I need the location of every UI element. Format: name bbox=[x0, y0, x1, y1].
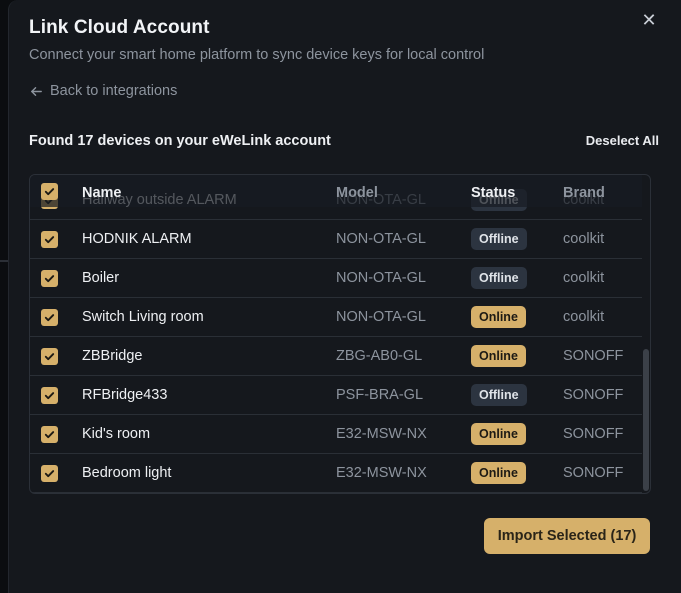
column-name-header[interactable]: Name bbox=[82, 175, 122, 207]
device-name: ZBBridge bbox=[82, 348, 143, 364]
device-brand: coolkit bbox=[563, 231, 605, 247]
row-checkbox[interactable] bbox=[41, 387, 58, 404]
status-badge: Online bbox=[471, 306, 526, 329]
scrollbar-thumb[interactable] bbox=[643, 349, 649, 491]
check-icon bbox=[44, 236, 55, 244]
row-checkbox[interactable] bbox=[41, 309, 58, 326]
device-name: HODNIK ALARM bbox=[82, 231, 192, 247]
column-model-header[interactable]: Model bbox=[336, 175, 378, 207]
row-checkbox[interactable] bbox=[41, 270, 58, 287]
status-badge: Offline bbox=[471, 267, 527, 290]
link-cloud-account-dialog: ✕ Link Cloud Account Connect your smart … bbox=[8, 0, 681, 593]
table-row[interactable]: RFBridge433 PSF-BRA-GL Offline SONOFF bbox=[30, 376, 642, 415]
backdrop bbox=[0, 260, 8, 262]
status-badge: Offline bbox=[471, 228, 527, 251]
arrow-left-icon bbox=[31, 86, 42, 96]
check-icon bbox=[44, 470, 55, 478]
check-icon bbox=[44, 188, 55, 196]
device-brand: SONOFF bbox=[563, 426, 624, 442]
close-icon[interactable]: ✕ bbox=[639, 10, 659, 30]
table-row[interactable]: Switch Living room NON-OTA-GL Online coolki… bbox=[30, 298, 642, 337]
device-name: Boiler bbox=[82, 270, 120, 286]
select-all-checkbox[interactable] bbox=[41, 183, 58, 200]
column-brand-header[interactable]: Brand bbox=[563, 175, 605, 207]
device-name: Switch Living room bbox=[82, 309, 204, 325]
status-badge: Online bbox=[471, 462, 526, 485]
check-icon bbox=[44, 353, 55, 361]
row-checkbox[interactable] bbox=[41, 426, 58, 443]
back-label: Back to integrations bbox=[50, 83, 178, 99]
column-status-header[interactable]: Status bbox=[471, 175, 515, 207]
devices-found-text: Found 17 devices on your eWeLink account bbox=[29, 133, 331, 149]
status-badge: Offline bbox=[471, 384, 527, 407]
check-icon bbox=[44, 392, 55, 400]
dialog-title: Link Cloud Account bbox=[29, 17, 210, 38]
device-brand: coolkit bbox=[563, 309, 605, 325]
device-name: Bedroom light bbox=[82, 465, 172, 481]
check-icon bbox=[44, 314, 55, 322]
device-name: Kid's room bbox=[82, 426, 151, 442]
table-row[interactable]: Boiler NON-OTA-GL Offline coolkit bbox=[30, 259, 642, 298]
status-badge: Online bbox=[471, 423, 526, 446]
table-row[interactable]: Kid's room E32-MSW-NX Online SONOFF bbox=[30, 415, 642, 454]
check-icon bbox=[44, 275, 55, 283]
device-brand: SONOFF bbox=[563, 465, 624, 481]
device-model: E32-MSW-NX bbox=[336, 465, 427, 481]
device-brand: coolkit bbox=[563, 270, 605, 286]
device-model: ZBG-AB0-GL bbox=[336, 348, 423, 364]
deselect-all-button[interactable]: Deselect All bbox=[586, 133, 659, 148]
table-row[interactable]: Bedroom light E32-MSW-NX Online SONOFF bbox=[30, 454, 642, 493]
status-badge: Online bbox=[471, 345, 526, 368]
device-model: PSF-BRA-GL bbox=[336, 387, 424, 403]
row-checkbox[interactable] bbox=[41, 348, 58, 365]
device-brand: SONOFF bbox=[563, 387, 624, 403]
table-row[interactable]: HODNIK ALARM NON-OTA-GL Offline coolkit bbox=[30, 220, 642, 259]
check-icon bbox=[44, 431, 55, 439]
row-checkbox[interactable] bbox=[41, 465, 58, 482]
device-model: NON-OTA-GL bbox=[336, 231, 426, 247]
dialog-subtitle: Connect your smart home platform to sync… bbox=[29, 47, 485, 63]
device-model: NON-OTA-GL bbox=[336, 309, 426, 325]
device-model: E32-MSW-NX bbox=[336, 426, 427, 442]
back-to-integrations-link[interactable]: Back to integrations bbox=[29, 83, 177, 99]
device-name: RFBridge433 bbox=[82, 387, 168, 403]
devices-table: Hallway outside ALARMNON-OTA-GLOfflineco… bbox=[29, 174, 651, 494]
device-brand: SONOFF bbox=[563, 348, 624, 364]
table-row[interactable]: ZBBridge ZBG-AB0-GL Online SONOFF bbox=[30, 337, 642, 376]
row-checkbox[interactable] bbox=[41, 231, 58, 248]
table-header: Name Model Status Brand bbox=[30, 175, 642, 207]
import-selected-button[interactable]: Import Selected (17) bbox=[484, 518, 650, 554]
device-model: NON-OTA-GL bbox=[336, 270, 426, 286]
